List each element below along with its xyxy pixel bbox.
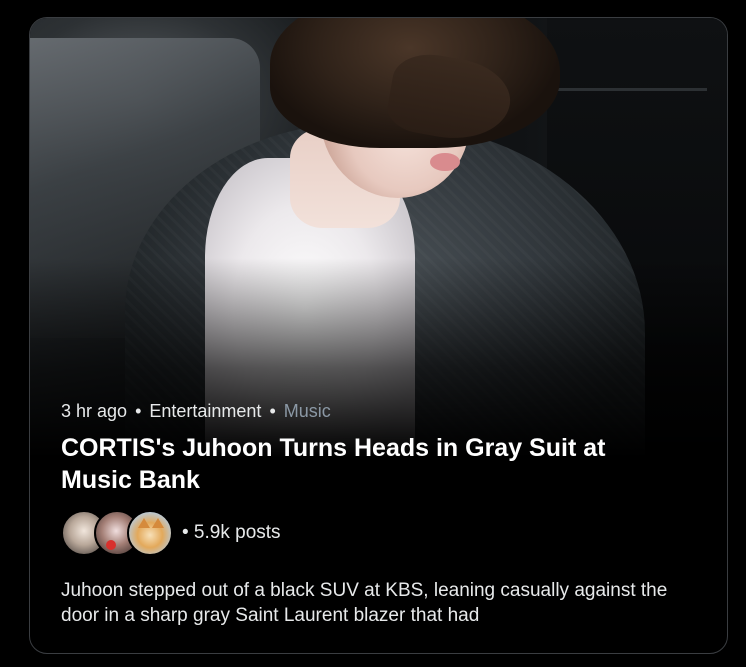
separator-dot: • — [269, 401, 276, 421]
cat-ear-icon — [152, 518, 164, 528]
car-trim — [547, 88, 707, 91]
time-ago: 3 hr ago — [61, 401, 128, 421]
hero-image[interactable] — [30, 18, 727, 458]
posts-count: • 5.9k posts — [182, 522, 281, 543]
separator-dot: • — [135, 401, 142, 421]
rose-icon — [106, 540, 116, 550]
subcategory-label[interactable]: Music — [284, 401, 331, 421]
avatar — [127, 510, 173, 556]
category-label[interactable]: Entertainment — [149, 401, 261, 421]
lips — [430, 153, 460, 171]
summary-text: Juhoon stepped out of a black SUV at KBS… — [61, 580, 668, 626]
avatar-stack — [61, 510, 174, 556]
cat-ear-icon — [138, 518, 150, 528]
card-content: 3 hr ago • Entertainment • Music CORTIS's Ju… — [61, 400, 701, 628]
meta-line: 3 hr ago • Entertainment • Music — [61, 400, 701, 422]
posts-row[interactable]: • 5.9k posts — [61, 510, 701, 556]
trend-card[interactable]: 3 hr ago • Entertainment • Music CORTIS's Ju… — [29, 17, 728, 654]
headline[interactable]: CORTIS's Juhoon Turns Heads in Gray Suit… — [61, 432, 681, 496]
